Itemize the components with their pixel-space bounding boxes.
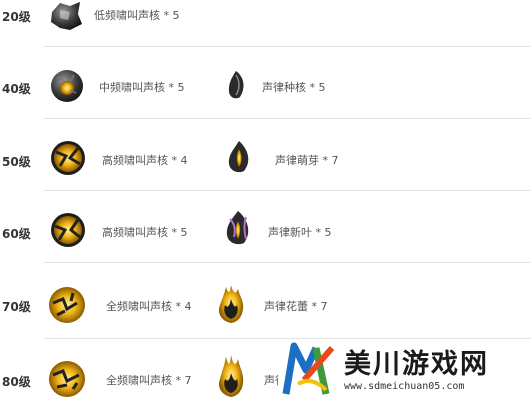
material-label: 高频啸叫声核 * 5 bbox=[102, 226, 188, 239]
upgrade-row-70: 70级 全频啸叫声核 * 4 声律花蕾 * 7 bbox=[0, 263, 531, 339]
level-label: 60级 bbox=[2, 227, 31, 241]
sound-sprout-icon bbox=[224, 139, 254, 179]
full-frequency-howl-core-icon bbox=[47, 359, 87, 403]
level-label: 70级 bbox=[2, 300, 31, 314]
full-frequency-howl-core-icon bbox=[47, 285, 87, 329]
material-label: 低频啸叫声核 * 5 bbox=[94, 9, 180, 22]
material-label: 全频啸叫声核 * 7 bbox=[106, 374, 192, 387]
sound-flower-bud-icon bbox=[214, 281, 248, 329]
watermark-url: www.sdmeichuan05.com bbox=[344, 381, 465, 392]
material-label: 声律种核 * 5 bbox=[262, 81, 326, 94]
level-label: 20级 bbox=[2, 10, 31, 24]
sound-new-leaf-icon bbox=[222, 209, 254, 251]
material-label: 中频啸叫声核 * 5 bbox=[99, 81, 185, 94]
sound-flower-icon bbox=[214, 353, 248, 403]
upgrade-row-50: 50级 高频啸叫声核 * 4 声律萌芽 * 7 bbox=[0, 119, 531, 191]
high-frequency-howl-core-icon bbox=[48, 138, 88, 182]
level-label: 50级 bbox=[2, 155, 31, 169]
upgrade-row-60: 60级 高频啸叫声核 * 5 声律新叶 * 5 bbox=[0, 191, 531, 263]
material-label: 全频啸叫声核 * 4 bbox=[106, 300, 192, 313]
level-label: 40级 bbox=[2, 82, 31, 96]
sound-seed-core-icon bbox=[224, 69, 248, 105]
low-frequency-howl-core-icon bbox=[48, 0, 84, 38]
level-label: 80级 bbox=[2, 375, 31, 389]
watermark-title: 美川游戏网 bbox=[344, 349, 489, 380]
material-label: 声律新叶 * 5 bbox=[268, 226, 332, 239]
upgrade-row-40: 40级 中频啸叫声核 * 5 声律种核 * 5 bbox=[0, 47, 531, 119]
material-label: 声律花蕾 * 7 bbox=[264, 300, 328, 313]
mid-frequency-howl-core-icon bbox=[48, 67, 86, 109]
meichuan-logo-icon bbox=[282, 340, 340, 400]
material-label: 声律萌芽 * 7 bbox=[275, 154, 339, 167]
material-label: 高频啸叫声核 * 4 bbox=[102, 154, 188, 167]
high-frequency-howl-core-icon bbox=[48, 210, 88, 254]
site-watermark: 美川游戏网 www.sdmeichuan05.com bbox=[278, 340, 531, 400]
